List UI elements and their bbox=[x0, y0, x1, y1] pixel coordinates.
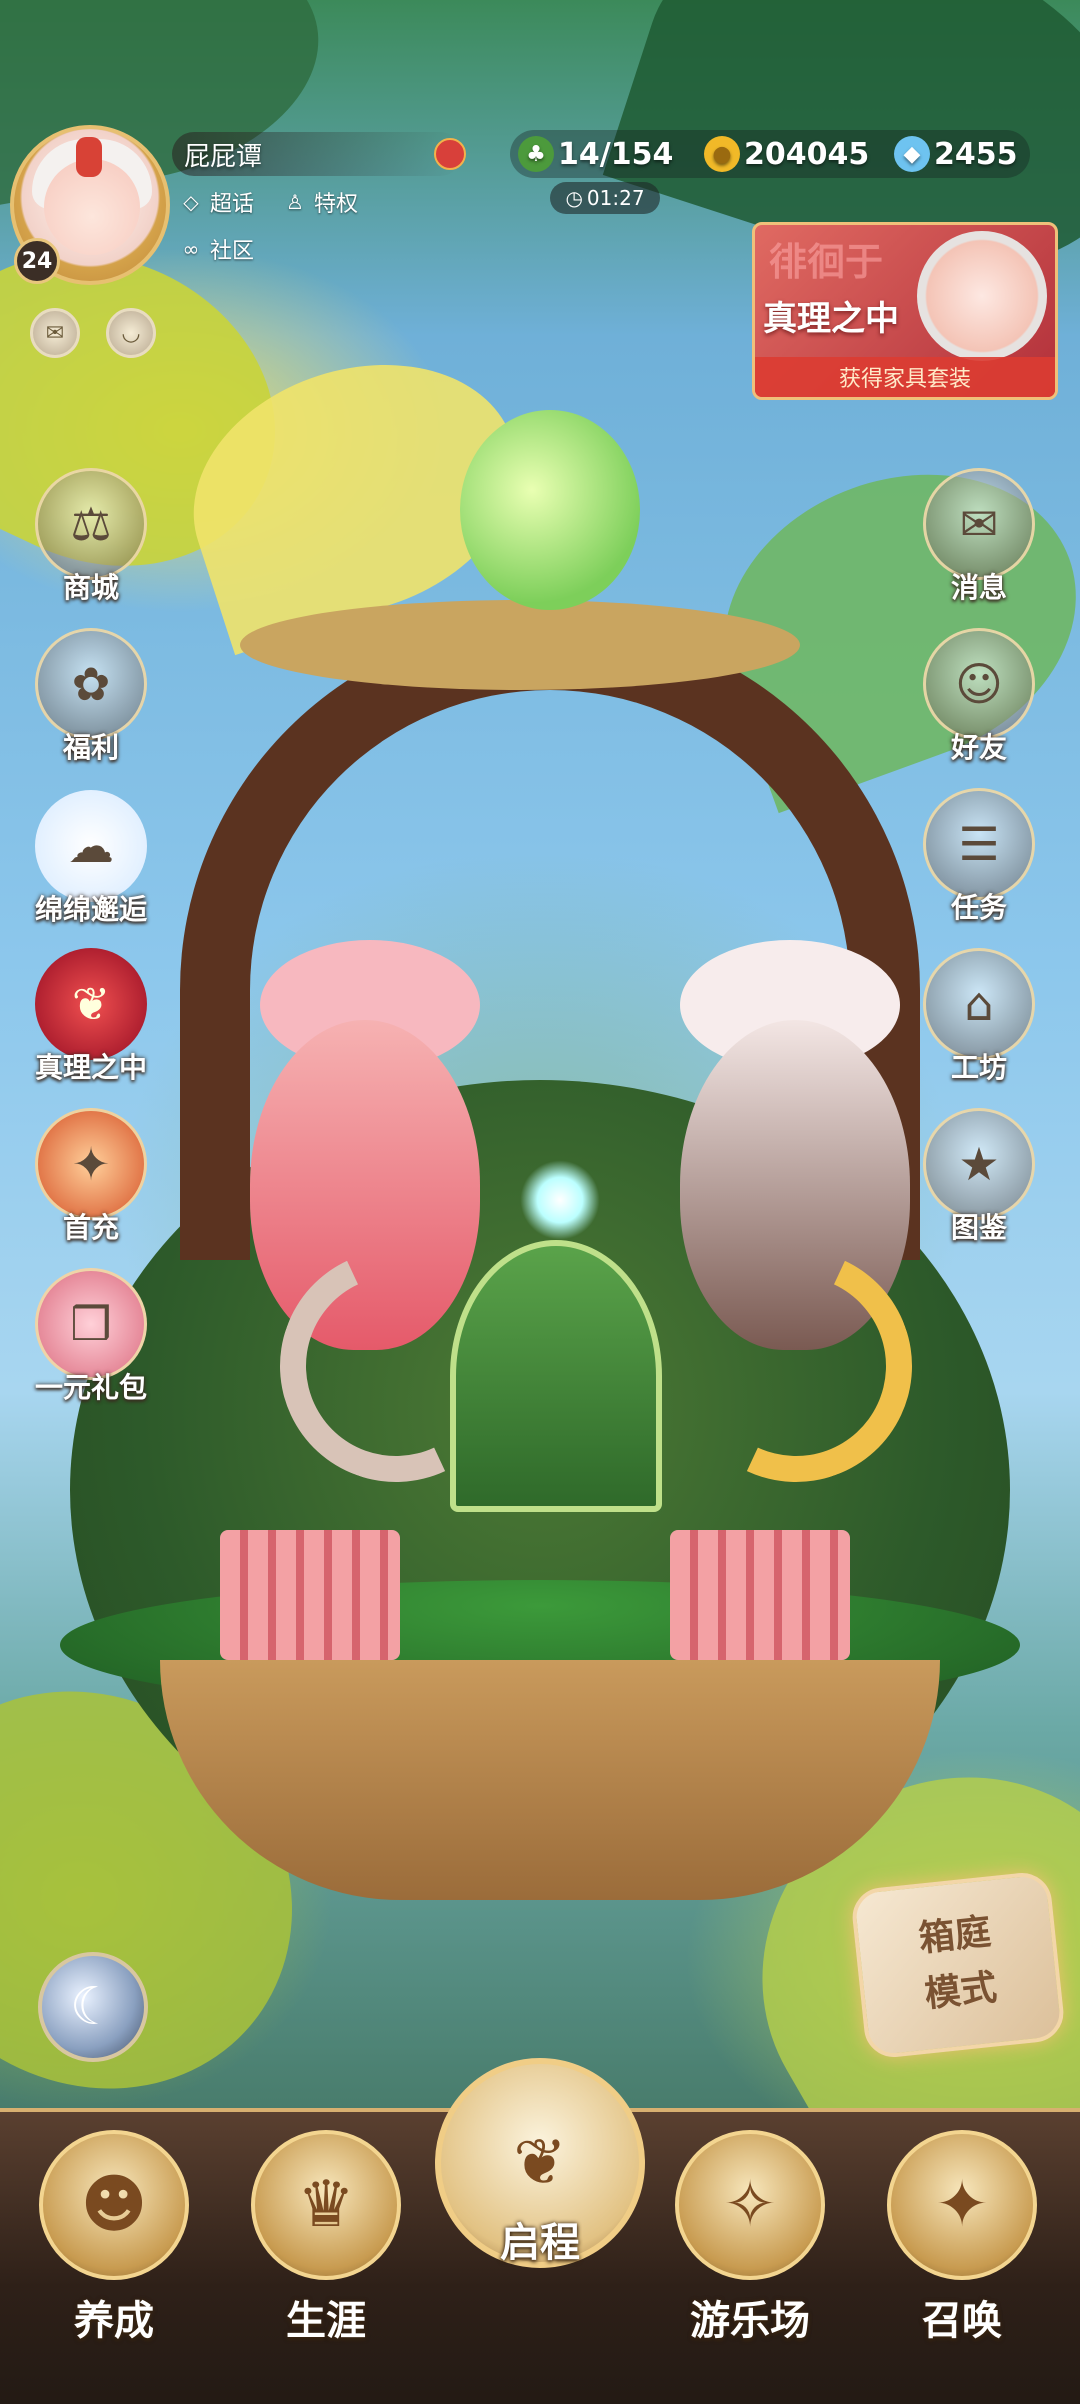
album-icon: ★ bbox=[923, 1108, 1035, 1220]
cinnamoroll-label: 绵绵邂逅 bbox=[34, 893, 147, 926]
clover-icon: ♣ bbox=[518, 136, 554, 172]
community-label: 社区 bbox=[210, 239, 255, 264]
nav-depart[interactable]: ❦ 启程 bbox=[430, 2058, 650, 2308]
crown-icon: ♛ bbox=[251, 2130, 401, 2280]
privilege-link[interactable]: ♙ 特权 bbox=[282, 185, 358, 219]
pink-fence bbox=[220, 1530, 400, 1660]
nav-depart-label: 启程 bbox=[500, 2220, 580, 2266]
tasks-button[interactable]: ☰ 任务 bbox=[914, 788, 1044, 926]
event-banner[interactable]: 徘徊于 真理之中 获得家具套装 bbox=[752, 222, 1058, 400]
player-name[interactable]: 屁屁谭 bbox=[184, 136, 262, 173]
banner-title: 真理之中 bbox=[763, 299, 899, 339]
welfare-label: 福利 bbox=[62, 731, 119, 764]
nav-career-label: 生涯 bbox=[286, 2298, 366, 2344]
gold-counter[interactable]: ● 204045 bbox=[704, 130, 869, 178]
card-star-icon: ✦ bbox=[887, 2130, 1037, 2280]
stamina-counter[interactable]: ♣ 14/154 bbox=[518, 130, 673, 178]
shop-button[interactable]: ⚖ 商城 bbox=[26, 468, 156, 606]
truth-event-label: 真理之中 bbox=[34, 1051, 147, 1084]
tree-top bbox=[240, 600, 800, 690]
gift-bag-icon: ✦ bbox=[35, 1108, 147, 1220]
messages-button[interactable]: ✉ 消息 bbox=[914, 468, 1044, 606]
pink-fence bbox=[670, 1530, 850, 1660]
mask-icon: ∞ bbox=[182, 237, 200, 261]
friends-label: 好友 bbox=[950, 731, 1007, 764]
friends-button[interactable]: ☺ 好友 bbox=[914, 628, 1044, 766]
eye-toggle-button[interactable]: ◡ bbox=[106, 308, 156, 358]
mail-gift-button[interactable]: ✉ bbox=[30, 308, 80, 358]
moon-icon: ☾ bbox=[69, 1977, 117, 2037]
album-button[interactable]: ★ 图鉴 bbox=[914, 1108, 1044, 1246]
album-label: 图鉴 bbox=[950, 1211, 1007, 1244]
avatar-horn bbox=[76, 137, 102, 177]
one-yuan-pack-button[interactable]: ❒ 一元礼包 bbox=[26, 1268, 156, 1406]
workshop-label: 工坊 bbox=[950, 1051, 1007, 1084]
diamond-counter[interactable]: ◆ 2455 bbox=[894, 130, 1018, 178]
nav-cultivate[interactable]: ☻ 养成 bbox=[24, 2130, 204, 2346]
first-recharge-button[interactable]: ✦ 首充 bbox=[26, 1108, 156, 1246]
supertopic-label: 超话 bbox=[210, 192, 255, 217]
nav-playground[interactable]: ✧ 游乐场 bbox=[660, 2130, 840, 2346]
scales-icon: ⚖ bbox=[35, 468, 147, 580]
banner-bg-text: 徘徊于 bbox=[769, 240, 884, 284]
diamond-gem-icon: ◆ bbox=[894, 136, 930, 172]
girl-portrait-icon: ☻ bbox=[39, 2130, 189, 2280]
stamina-value: 14/154 bbox=[558, 136, 674, 172]
truth-event-button[interactable]: ❦ 真理之中 bbox=[26, 948, 156, 1086]
nav-summon-label: 召唤 bbox=[922, 2298, 1002, 2344]
star-glow bbox=[520, 1160, 600, 1240]
garden-island[interactable] bbox=[40, 410, 1040, 1910]
gold-value: 204045 bbox=[744, 136, 870, 172]
stamina-timer: ◷ 01:27 bbox=[550, 182, 660, 214]
workshop-button[interactable]: ⌂ 工坊 bbox=[914, 948, 1044, 1086]
nav-summon[interactable]: ✦ 召唤 bbox=[872, 2130, 1052, 2346]
community-link[interactable]: ∞ 社区 bbox=[178, 232, 254, 266]
strawberry-icon: ❦ bbox=[35, 948, 147, 1060]
crown-person-icon: ♙ bbox=[286, 190, 304, 214]
star-diamond-icon: ✧ bbox=[675, 2130, 825, 2280]
envelope-icon: ✉ bbox=[923, 468, 1035, 580]
eye-icon: ◡ bbox=[121, 320, 141, 346]
diamond-value: 2455 bbox=[934, 136, 1018, 172]
workshop-icon: ⌂ bbox=[923, 948, 1035, 1060]
level-badge: 24 bbox=[14, 238, 60, 284]
gift-box-icon: ❒ bbox=[35, 1268, 147, 1380]
flag-icon bbox=[434, 138, 466, 170]
cinnamoroll-event-button[interactable]: ☁ 绵绵邂逅 bbox=[26, 790, 156, 928]
wicker-basket-base bbox=[160, 1660, 940, 1900]
night-mode-button[interactable]: ☾ bbox=[38, 1952, 148, 2062]
tasks-label: 任务 bbox=[950, 891, 1007, 924]
one-yuan-pack-label: 一元礼包 bbox=[34, 1371, 147, 1404]
gold-coin-icon: ● bbox=[704, 136, 740, 172]
nav-cultivate-label: 养成 bbox=[74, 2298, 154, 2344]
diorama-mode-button[interactable]: 箱庭 模式 bbox=[849, 1870, 1067, 2060]
envelope-gift-icon: ✉ bbox=[45, 320, 65, 346]
first-recharge-label: 首充 bbox=[62, 1211, 119, 1244]
clock-icon: ◷ bbox=[565, 186, 583, 210]
nav-career[interactable]: ♛ 生涯 bbox=[236, 2130, 416, 2346]
globe-gift-icon: ✿ bbox=[35, 628, 147, 740]
task-board-icon: ☰ bbox=[923, 788, 1035, 900]
privilege-label: 特权 bbox=[314, 192, 359, 217]
welfare-button[interactable]: ✿ 福利 bbox=[26, 628, 156, 766]
shop-label: 商城 bbox=[62, 571, 119, 604]
timer-value: 01:27 bbox=[586, 186, 645, 210]
friends-icon: ☺ bbox=[923, 628, 1035, 740]
diamond-icon: ◇ bbox=[183, 190, 199, 214]
green-lamp-orb bbox=[460, 410, 640, 610]
messages-label: 消息 bbox=[950, 571, 1007, 604]
supertopic-link[interactable]: ◇ 超话 bbox=[178, 185, 254, 219]
banner-character bbox=[917, 231, 1047, 361]
banner-caption: 获得家具套装 bbox=[755, 357, 1055, 397]
cinnamoroll-icon: ☁ bbox=[35, 790, 147, 902]
nav-playground-label: 游乐场 bbox=[690, 2298, 810, 2344]
